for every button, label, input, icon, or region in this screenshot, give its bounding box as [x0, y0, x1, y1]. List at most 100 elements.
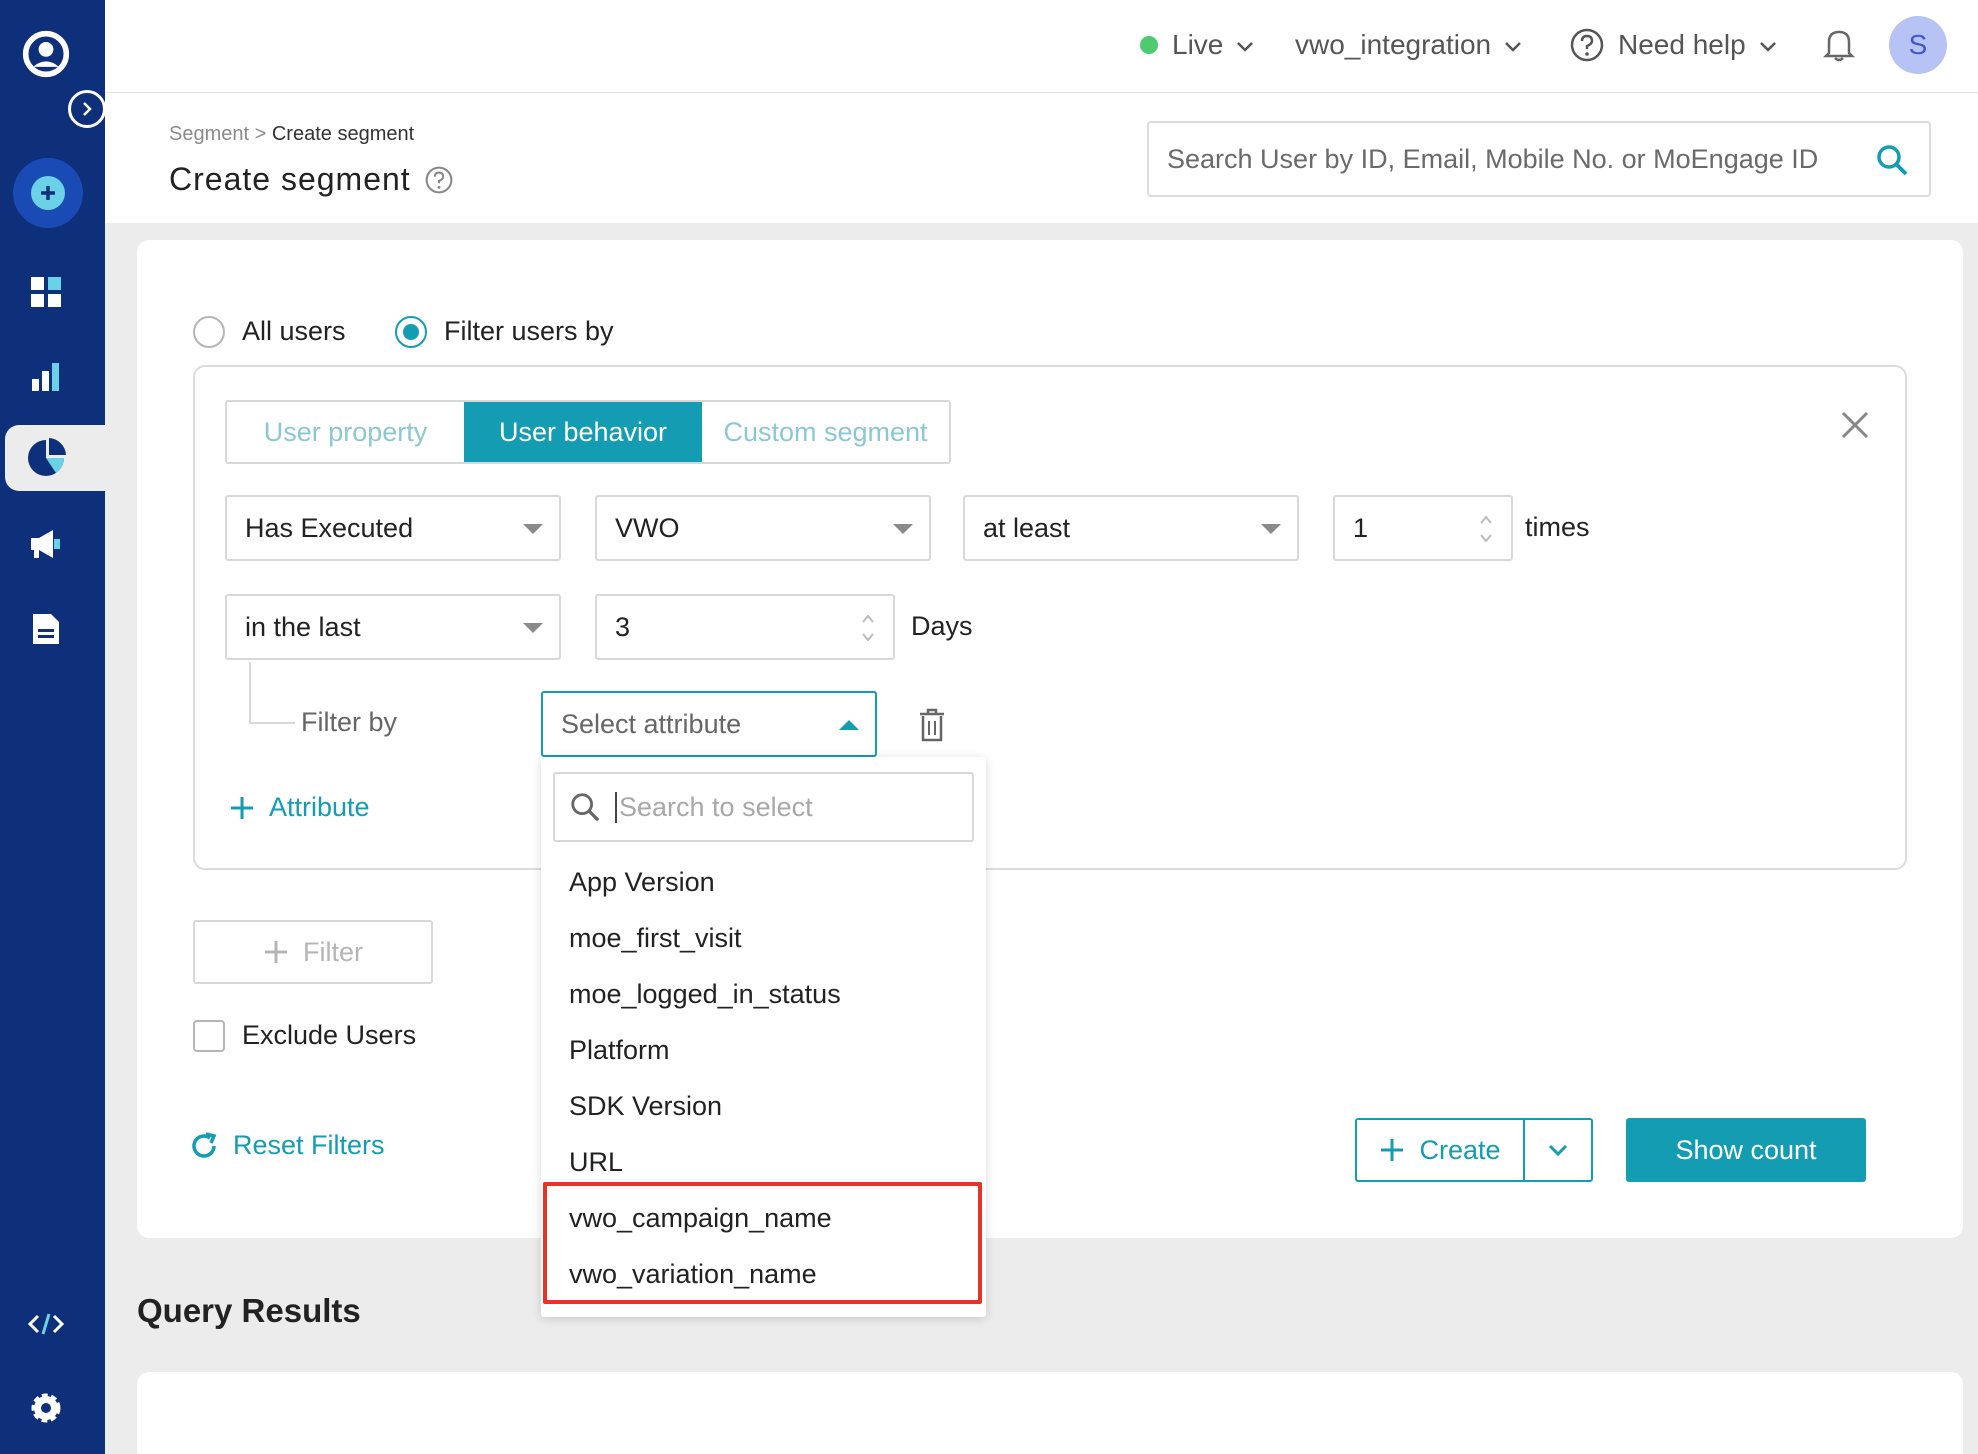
- action-value: Has Executed: [245, 512, 414, 543]
- all-users-radio[interactable]: [193, 316, 225, 348]
- filter-connector-line: [249, 662, 295, 724]
- add-attribute-link[interactable]: Attribute: [229, 792, 370, 823]
- page-header: Segment > Create segment Create segment: [105, 93, 1978, 223]
- breadcrumb-parent[interactable]: Segment >: [169, 123, 266, 145]
- count-value: 1: [1353, 512, 1369, 543]
- plus-icon: [1379, 1137, 1405, 1163]
- tab-user-property[interactable]: User property: [227, 402, 464, 462]
- help-circle-icon[interactable]: [425, 166, 453, 194]
- code-icon[interactable]: [22, 1300, 70, 1348]
- expand-sidebar-icon[interactable]: [68, 90, 106, 128]
- caret-down-icon: [1261, 524, 1281, 534]
- workspace-dropdown[interactable]: vwo_integration: [1295, 0, 1523, 90]
- frequency-select[interactable]: at least: [963, 495, 1299, 561]
- all-users-label: All users: [242, 316, 346, 346]
- chevron-down-icon: [1235, 29, 1255, 61]
- user-search-box: [1147, 121, 1931, 197]
- dropdown-option[interactable]: URL: [569, 1147, 623, 1178]
- chevron-down-icon: [1758, 29, 1778, 61]
- count-stepper[interactable]: 1: [1333, 495, 1513, 561]
- page-title: Create segment: [169, 161, 453, 198]
- caret-down-icon: [523, 524, 543, 534]
- segment-builder-card: All users Filter users by User property …: [137, 240, 1963, 1238]
- add-filter-label: Filter: [303, 936, 363, 967]
- add-attribute-label: Attribute: [269, 792, 370, 822]
- caret-down-icon: [893, 524, 913, 534]
- filter-users-label: Filter users by: [444, 316, 614, 346]
- left-sidebar: [0, 0, 106, 1454]
- help-circle-icon: [1570, 28, 1604, 62]
- days-value: 3: [615, 611, 631, 642]
- environment-label: Live: [1172, 29, 1224, 60]
- plus-icon: [229, 795, 255, 821]
- dropdown-option[interactable]: SDK Version: [569, 1091, 722, 1122]
- user-logo-icon[interactable]: [22, 30, 70, 78]
- need-help-dropdown[interactable]: Need help: [1570, 0, 1778, 90]
- create-options-chevron-icon[interactable]: [1525, 1120, 1591, 1180]
- frequency-value: at least: [983, 512, 1071, 543]
- dropdown-search-box: [553, 772, 974, 842]
- reset-filters-link[interactable]: Reset Filters: [189, 1130, 385, 1161]
- query-results-title: Query Results: [137, 1292, 361, 1329]
- attribute-dropdown: App Version moe_first_visit moe_logged_i…: [541, 757, 986, 1317]
- tab-custom-segment[interactable]: Custom segment: [702, 402, 949, 462]
- environment-dropdown[interactable]: Live: [1140, 0, 1255, 90]
- segment-pie-icon[interactable]: [22, 434, 70, 482]
- dropdown-option[interactable]: moe_logged_in_status: [569, 979, 841, 1010]
- exclude-users-label: Exclude Users: [242, 1020, 417, 1050]
- dropdown-search-input[interactable]: [615, 791, 955, 823]
- count-unit-label: times: [1525, 512, 1590, 542]
- breadcrumb-current: Create segment: [271, 123, 415, 145]
- tab-user-behavior[interactable]: User behavior: [464, 402, 702, 462]
- days-stepper[interactable]: 3: [595, 594, 895, 660]
- filter-type-tabs: User property User behavior Custom segme…: [225, 400, 951, 464]
- add-icon[interactable]: [13, 158, 83, 228]
- user-avatar[interactable]: S: [1889, 16, 1947, 74]
- stepper-arrows-icon[interactable]: [861, 610, 875, 646]
- search-icon[interactable]: [1875, 143, 1909, 177]
- filter-users-radio[interactable]: [395, 316, 427, 348]
- caret-down-icon: [523, 623, 543, 633]
- time-window-select[interactable]: in the last: [225, 594, 561, 660]
- help-label: Need help: [1618, 29, 1746, 60]
- close-icon[interactable]: [1835, 405, 1875, 445]
- dropdown-option[interactable]: Platform: [569, 1035, 670, 1066]
- dropdown-option[interactable]: vwo_variation_name: [569, 1259, 817, 1290]
- campaigns-megaphone-icon[interactable]: [22, 520, 70, 568]
- live-status-dot: [1140, 36, 1158, 54]
- search-icon: [569, 791, 601, 823]
- content-document-icon[interactable]: [22, 605, 70, 653]
- refresh-icon: [189, 1131, 219, 1161]
- chevron-down-icon: [1503, 29, 1523, 61]
- settings-gear-icon[interactable]: [22, 1384, 70, 1432]
- days-unit-label: Days: [911, 611, 973, 641]
- action-select[interactable]: Has Executed: [225, 495, 561, 561]
- dropdown-option[interactable]: moe_first_visit: [569, 923, 742, 954]
- create-split-button: Create: [1355, 1118, 1593, 1182]
- stepper-arrows-icon[interactable]: [1479, 511, 1493, 547]
- workspace-label: vwo_integration: [1295, 29, 1492, 60]
- caret-up-icon: [839, 720, 859, 730]
- show-count-button[interactable]: Show count: [1626, 1118, 1866, 1182]
- exclude-users-checkbox[interactable]: [193, 1020, 225, 1052]
- trash-icon[interactable]: [917, 707, 947, 743]
- add-filter-button[interactable]: Filter: [193, 920, 433, 984]
- dashboard-icon[interactable]: [22, 268, 70, 316]
- reset-filters-label: Reset Filters: [233, 1130, 385, 1160]
- user-search-input[interactable]: [1167, 143, 1867, 175]
- plus-icon: [263, 939, 289, 965]
- filter-by-label: Filter by: [301, 707, 398, 737]
- event-value: VWO: [615, 512, 680, 543]
- attribute-select[interactable]: Select attribute: [541, 691, 877, 757]
- create-button[interactable]: Create: [1357, 1120, 1525, 1180]
- dropdown-option[interactable]: vwo_campaign_name: [569, 1203, 832, 1234]
- filter-panel: User property User behavior Custom segme…: [193, 365, 1907, 870]
- page-title-text: Create segment: [169, 161, 411, 197]
- analytics-icon[interactable]: [22, 353, 70, 401]
- event-select[interactable]: VWO: [595, 495, 931, 561]
- dropdown-option[interactable]: App Version: [569, 867, 715, 898]
- breadcrumb: Segment > Create segment: [169, 123, 414, 146]
- notification-bell-icon[interactable]: [1823, 0, 1855, 90]
- attribute-placeholder: Select attribute: [561, 708, 742, 739]
- query-results-card: [137, 1372, 1963, 1454]
